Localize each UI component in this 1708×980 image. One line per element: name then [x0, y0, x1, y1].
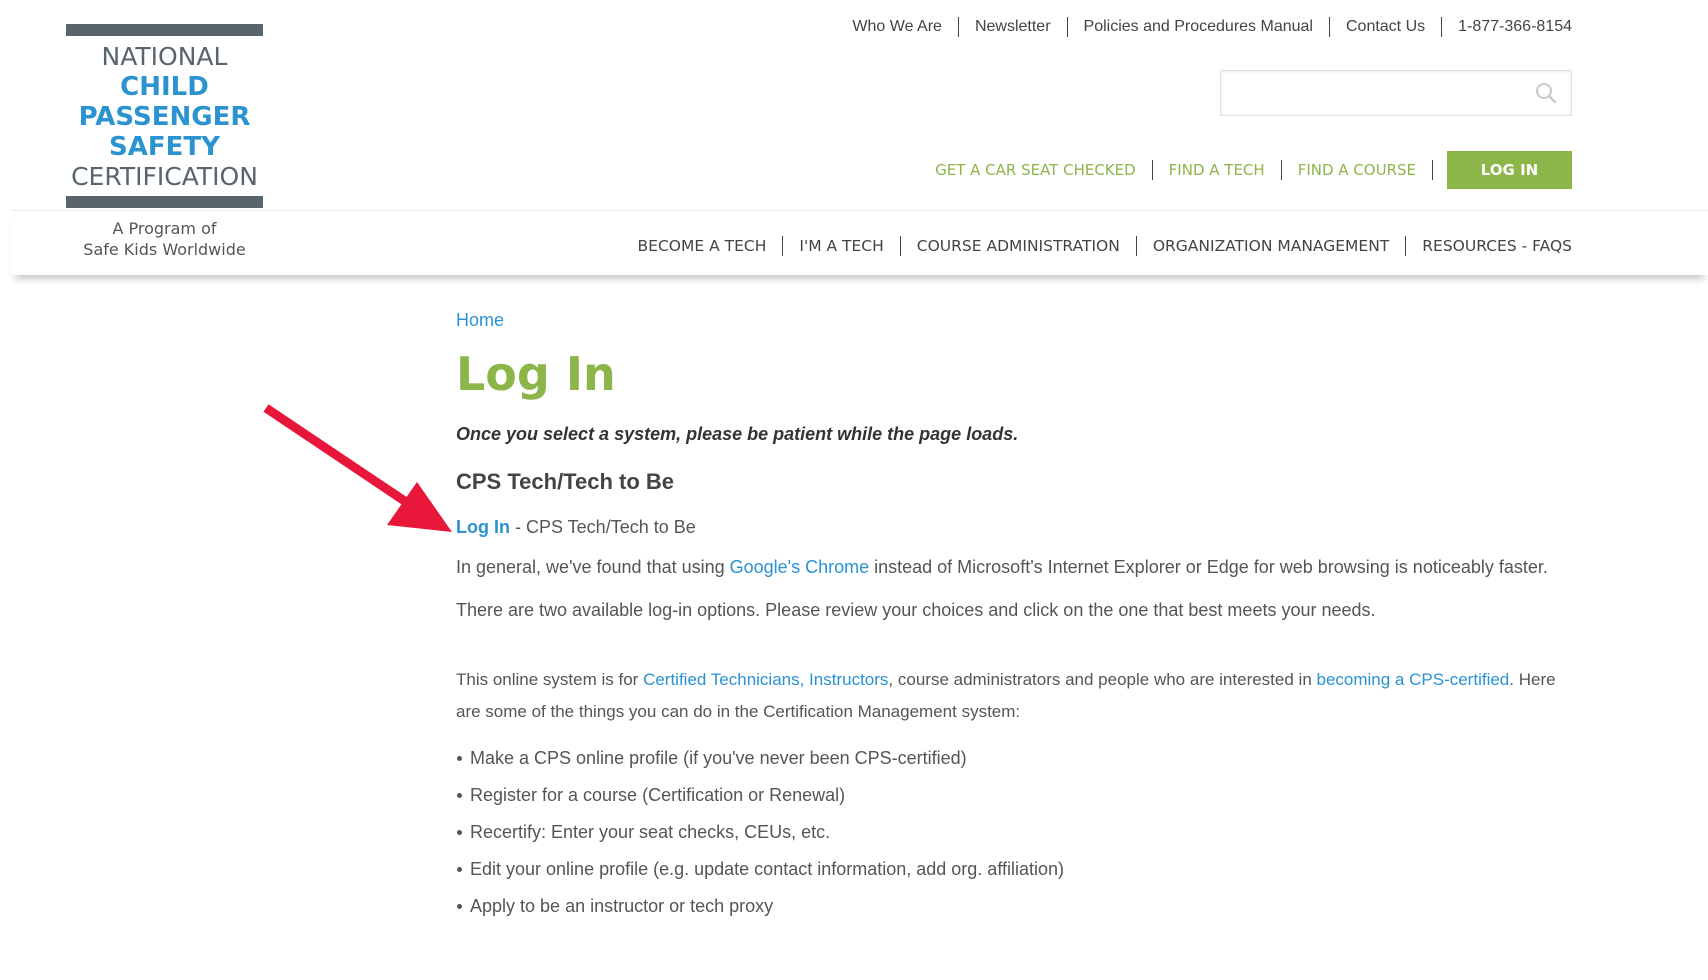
- logo-line-safety: SAFETY: [109, 132, 220, 162]
- util-link-newsletter[interactable]: Newsletter: [957, 17, 1067, 37]
- bullet-icon: [457, 830, 462, 835]
- list-item-text: Make a CPS online profile (if you've nev…: [470, 748, 967, 768]
- list-item-text: Edit your online profile (e.g. update co…: [470, 859, 1065, 879]
- system-text-2: , course administrators and people who a…: [888, 670, 1317, 689]
- system-description: This online system is for Certified Tech…: [456, 664, 1568, 728]
- bullet-icon: [457, 904, 462, 909]
- list-item-text: Recertify: Enter your seat checks, CEUs,…: [470, 822, 831, 842]
- cps-tech-login-link[interactable]: Log In: [456, 517, 510, 537]
- list-item: Apply to be an instructor or tech proxy: [457, 888, 1568, 925]
- logo-line-certification: CERTIFICATION: [71, 162, 258, 191]
- page-title: Log In: [456, 347, 616, 401]
- nav-find-a-course[interactable]: FIND A COURSE: [1280, 160, 1432, 180]
- logo-line-national: NATIONAL: [101, 42, 228, 71]
- nav-im-a-tech[interactable]: I'M A TECH: [782, 236, 899, 256]
- nav-become-a-tech[interactable]: BECOME A TECH: [622, 236, 783, 256]
- bullet-icon: [457, 756, 462, 761]
- logo-tagline: A Program of Safe Kids Worldwide: [66, 218, 263, 260]
- log-in-button[interactable]: LOG IN: [1447, 151, 1572, 189]
- util-link-phone[interactable]: 1-877-366-8154: [1441, 17, 1572, 37]
- logo-bottom-bar: [66, 196, 263, 208]
- login-option: Log In - CPS Tech/Tech to Be: [456, 514, 1568, 540]
- logo-tagline-line1: A Program of: [112, 219, 217, 238]
- browser-recommendation: In general, we've found that using Googl…: [456, 551, 1568, 583]
- list-item-text: Apply to be an instructor or tech proxy: [470, 896, 774, 916]
- breadcrumb-home[interactable]: Home: [456, 310, 504, 330]
- util-link-who-we-are[interactable]: Who We Are: [836, 17, 958, 37]
- action-nav: GET A CAR SEAT CHECKED FIND A TECH FIND …: [919, 151, 1572, 189]
- logo-line-passenger: PASSENGER: [78, 102, 251, 132]
- annotation-arrow-icon: [263, 404, 452, 532]
- list-item: Make a CPS online profile (if you've nev…: [457, 740, 1568, 777]
- logo-top-bar: [66, 24, 263, 36]
- site-logo[interactable]: NATIONAL CHILD PASSENGER SAFETY CERTIFIC…: [66, 24, 263, 260]
- list-item: Recertify: Enter your seat checks, CEUs,…: [457, 814, 1568, 851]
- site-header: NATIONAL CHILD PASSENGER SAFETY CERTIFIC…: [0, 0, 1708, 275]
- list-item: Edit your online profile (e.g. update co…: [457, 851, 1568, 888]
- search-box: [1220, 70, 1572, 116]
- nav-resources-faqs[interactable]: RESOURCES - FAQS: [1405, 236, 1572, 256]
- main-content: Home Log In Once you select a system, pl…: [456, 300, 1568, 925]
- browser-text-before: In general, we've found that using: [456, 557, 730, 577]
- system-text-1: This online system is for: [456, 670, 644, 689]
- section-title: CPS Tech/Tech to Be: [456, 469, 675, 494]
- utility-nav: Who We Are Newsletter Policies and Proce…: [836, 17, 1572, 37]
- bullet-icon: [457, 793, 462, 798]
- logo-tagline-line2: Safe Kids Worldwide: [83, 240, 246, 259]
- logo-line-child: CHILD: [120, 72, 209, 102]
- list-item: Register for a course (Certification or …: [457, 777, 1568, 814]
- nav-course-administration[interactable]: COURSE ADMINISTRATION: [899, 236, 1136, 256]
- list-item-text: Register for a course (Certification or …: [470, 785, 846, 805]
- nav-find-a-tech[interactable]: FIND A TECH: [1151, 160, 1281, 180]
- search-icon[interactable]: [1535, 82, 1557, 104]
- bullet-icon: [457, 867, 462, 872]
- chrome-link[interactable]: Google's Chrome: [730, 557, 870, 577]
- certified-technicians-link[interactable]: Certified Technicians, Instructors: [643, 670, 888, 689]
- browser-text-after: instead of Microsoft's Internet Explorer…: [869, 557, 1548, 577]
- util-link-policies-manual[interactable]: Policies and Procedures Manual: [1066, 17, 1329, 37]
- nav-organization-management[interactable]: ORGANIZATION MANAGEMENT: [1135, 236, 1405, 256]
- search-input[interactable]: [1221, 71, 1541, 115]
- loading-notice: Once you select a system, please be pati…: [456, 424, 1019, 444]
- main-nav: BECOME A TECH I'M A TECH COURSE ADMINIST…: [622, 236, 1572, 256]
- feature-list: Make a CPS online profile (if you've nev…: [456, 740, 1568, 925]
- becoming-cps-certified-link[interactable]: becoming a CPS-certified: [1317, 670, 1510, 689]
- options-text: There are two available log-in options. …: [456, 600, 1376, 620]
- nav-divider: [1432, 160, 1433, 180]
- nav-get-car-seat-checked[interactable]: GET A CAR SEAT CHECKED: [919, 160, 1152, 180]
- login-option-label: - CPS Tech/Tech to Be: [509, 517, 696, 537]
- util-link-contact-us[interactable]: Contact Us: [1328, 17, 1441, 37]
